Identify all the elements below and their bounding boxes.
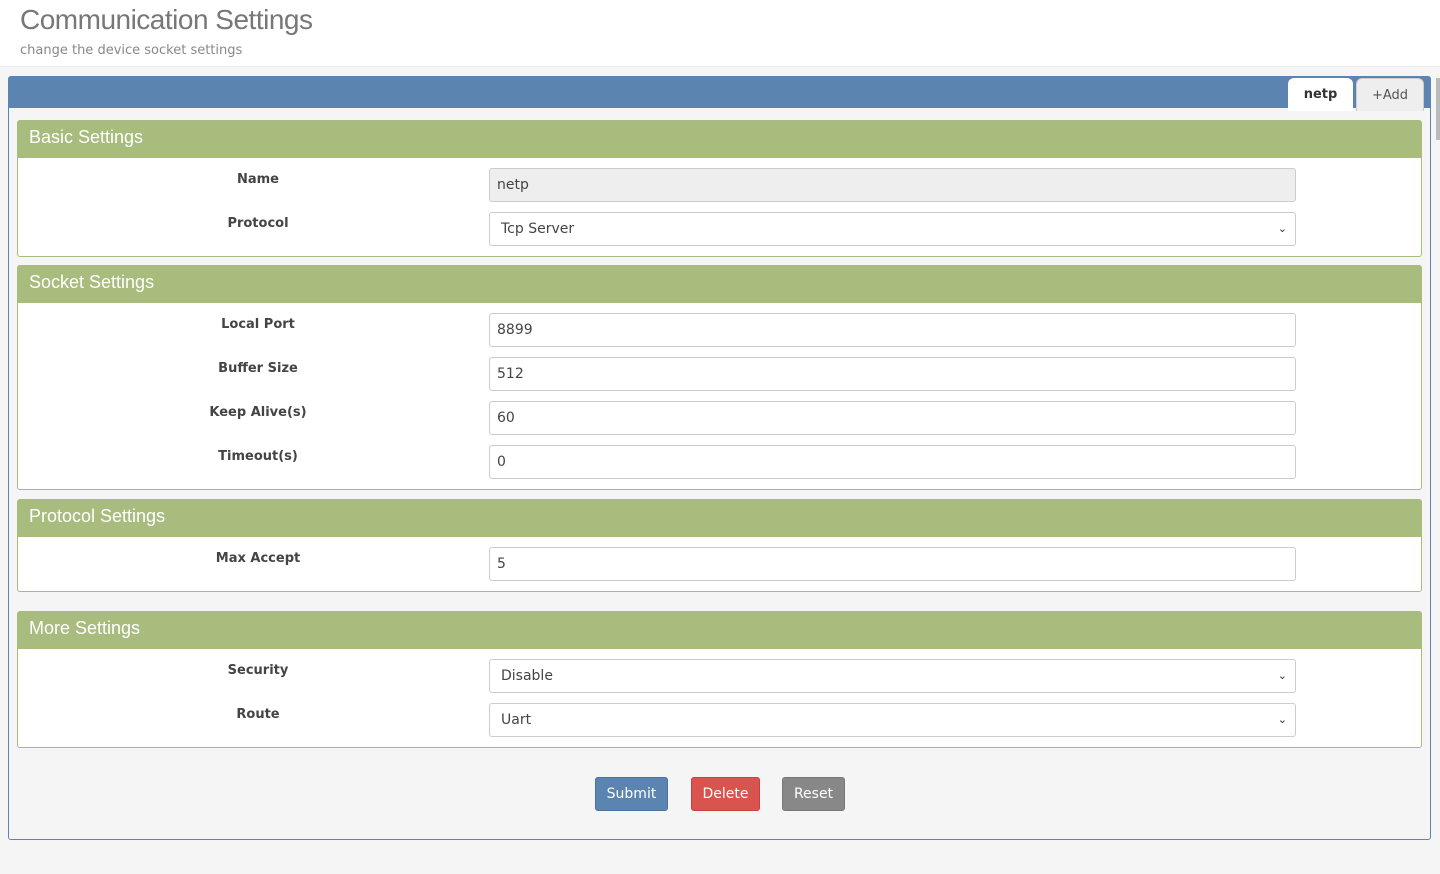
buffer-size-label: Buffer Size bbox=[218, 361, 298, 376]
scrollbar[interactable] bbox=[1436, 78, 1440, 140]
name-label: Name bbox=[236, 172, 279, 187]
buffer-size-value: 512 bbox=[497, 366, 524, 382]
security-label: Security bbox=[227, 663, 289, 678]
section-title: More Settings bbox=[18, 612, 1421, 649]
tab-netp[interactable]: netp bbox=[1288, 78, 1353, 111]
chevron-down-icon: ⌄ bbox=[1277, 713, 1287, 726]
section-title: Basic Settings bbox=[18, 121, 1421, 158]
keep-alive-s-input[interactable]: 60 bbox=[489, 401, 1296, 435]
route-value: Uart bbox=[501, 712, 532, 728]
local-port-input[interactable]: 8899 bbox=[489, 313, 1296, 347]
form-row: Name netp bbox=[18, 158, 1421, 202]
page-header: Communication Settings change the device… bbox=[0, 0, 1440, 67]
section-basic-settings: Basic Settings Name netp Protocol Tcp Server… bbox=[17, 120, 1422, 257]
timeout-s-value: 0 bbox=[497, 454, 506, 470]
settings-panel: netp +Add Basic Settings Name netp Protocol… bbox=[8, 76, 1431, 840]
page-title: Communication Settings bbox=[20, 4, 313, 35]
route-label: Route bbox=[236, 707, 280, 722]
buffer-size-input[interactable]: 512 bbox=[489, 357, 1296, 391]
page-subtitle: change the device socket settings bbox=[20, 43, 243, 58]
tab-add[interactable]: +Add bbox=[1356, 78, 1424, 111]
max-accept-value: 5 bbox=[497, 556, 506, 572]
section-more-settings: More Settings Security Disable ⌄ Route Uart ⌄ bbox=[17, 611, 1422, 748]
tab-bar: netp +Add bbox=[9, 77, 1430, 111]
max-accept-label: Max Accept bbox=[215, 551, 301, 566]
keep-alive-s-value: 60 bbox=[497, 410, 515, 426]
protocol-value: Tcp Server bbox=[501, 221, 575, 237]
max-accept-input[interactable]: 5 bbox=[489, 547, 1296, 581]
local-port-value: 8899 bbox=[497, 322, 533, 338]
chevron-down-icon: ⌄ bbox=[1277, 222, 1287, 235]
keep-alive-s-label: Keep Alive(s) bbox=[209, 405, 307, 420]
form-row: Max Accept 5 bbox=[18, 537, 1421, 581]
chevron-down-icon: ⌄ bbox=[1277, 669, 1287, 682]
section-title: Socket Settings bbox=[18, 266, 1421, 303]
section-protocol-settings: Protocol Settings Max Accept 5 bbox=[17, 499, 1422, 592]
name-value: netp bbox=[497, 177, 529, 193]
timeout-s-input[interactable]: 0 bbox=[489, 445, 1296, 479]
name-input: netp bbox=[489, 168, 1296, 202]
form-row: Buffer Size 512 bbox=[18, 347, 1421, 391]
form-row: Timeout(s) 0 bbox=[18, 435, 1421, 479]
section-socket-settings: Socket Settings Local Port 8899 Buffer Size… bbox=[17, 265, 1422, 490]
form-row: Route Uart ⌄ bbox=[18, 693, 1421, 737]
form-row: Security Disable ⌄ bbox=[18, 649, 1421, 693]
security-value: Disable bbox=[501, 668, 553, 684]
timeout-s-label: Timeout(s) bbox=[218, 449, 298, 464]
delete-button[interactable]: Delete bbox=[691, 777, 760, 811]
route-select[interactable]: Uart ⌄ bbox=[489, 703, 1296, 737]
reset-button[interactable]: Reset bbox=[782, 777, 845, 811]
section-title: Protocol Settings bbox=[18, 500, 1421, 537]
form-row: Keep Alive(s) 60 bbox=[18, 391, 1421, 435]
submit-button[interactable]: Submit bbox=[595, 777, 668, 811]
form-row: Local Port 8899 bbox=[18, 303, 1421, 347]
protocol-select[interactable]: Tcp Server ⌄ bbox=[489, 212, 1296, 246]
form-row: Protocol Tcp Server ⌄ bbox=[18, 202, 1421, 246]
local-port-label: Local Port bbox=[221, 317, 295, 332]
security-select[interactable]: Disable ⌄ bbox=[489, 659, 1296, 693]
protocol-label: Protocol bbox=[227, 216, 289, 231]
